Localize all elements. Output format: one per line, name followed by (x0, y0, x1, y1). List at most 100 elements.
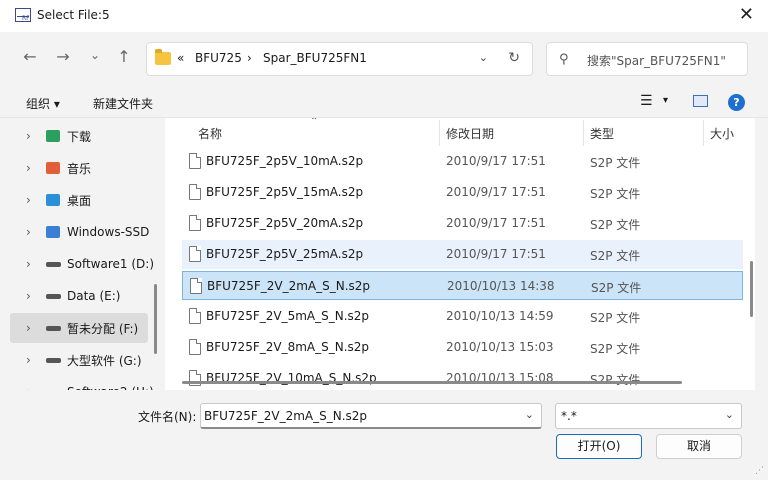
vertical-scrollbar[interactable] (750, 261, 753, 317)
column-header-type[interactable]: 类型 (590, 125, 614, 142)
sidebar-item[interactable]: ›Software2 (H:) (10, 377, 154, 390)
file-modified-date: 2010/9/17 17:51 (446, 216, 546, 230)
help-icon[interactable]: ? (728, 94, 745, 111)
chevron-right-icon[interactable]: › (26, 193, 31, 207)
recent-locations-icon[interactable]: ⌄ (85, 45, 105, 65)
open-button[interactable]: 打开(O) (556, 434, 642, 459)
sidebar-item-label: 暂未分配 (F:) (67, 321, 139, 336)
file-row[interactable]: BFU725F_2V_2mA_S_N.s2p 2010/10/13 14:38 S2… (182, 271, 743, 300)
sidebar-item-label: Software1 (D:) (67, 257, 154, 271)
file-row[interactable]: BFU725F_2p5V_25mA.s2p 2010/9/17 17:51 S2P … (182, 240, 743, 269)
column-header-name[interactable]: 名称 (198, 125, 222, 142)
sidebar-item[interactable]: › 下载 (10, 121, 148, 151)
sidebar-item[interactable]: › 音乐 (10, 153, 148, 183)
column-divider[interactable] (439, 120, 440, 146)
filename-value[interactable]: BFU725F_2V_2mA_S_N.s2p (204, 409, 367, 423)
navigation-bar: ← → ⌄ ↑ « BFU725 › Spar_BFU725FN1 ⌄ ↻ ⚲ … (0, 32, 768, 86)
folder-icon (155, 49, 171, 65)
file-row[interactable]: BFU725F_2V_10mA_S_N.s2p 2010/10/13 15:08 S… (182, 364, 743, 390)
sidebar-item[interactable]: › 暂未分配 (F:) (10, 313, 148, 343)
column-header-size[interactable]: 大小 (710, 125, 734, 142)
search-icon: ⚲ (559, 52, 569, 67)
file-modified-date: 2010/10/13 14:59 (446, 309, 554, 323)
column-header-date[interactable]: 修改日期 (446, 125, 494, 142)
search-placeholder[interactable]: 搜索"Spar_BFU725FN1" (587, 52, 726, 69)
file-name: BFU725F_2V_2mA_S_N.s2p (207, 279, 371, 293)
navigation-pane: › 下载 › 音乐 › 桌面 › Windows-SSD › Software1 (D:) › Dat… (0, 118, 160, 390)
file-icon (189, 339, 201, 355)
file-name: BFU725F_2p5V_20mA.s2p (206, 216, 364, 230)
sidebar-scrollbar[interactable] (154, 284, 157, 354)
address-bar[interactable]: « BFU725 › Spar_BFU725FN1 ⌄ ↻ (146, 42, 533, 76)
breadcrumb-overflow[interactable]: « (177, 51, 184, 65)
chevron-down-icon[interactable]: ⌄ (525, 408, 534, 421)
chevron-right-icon[interactable]: › (26, 161, 31, 175)
resize-grip-icon[interactable]: ⋰ (755, 467, 764, 476)
window-title: Select File:5 (37, 8, 110, 22)
breadcrumb-item-spar[interactable]: Spar_BFU725FN1 (263, 51, 367, 65)
file-row[interactable]: BFU725F_2p5V_10mA.s2p 2010/9/17 17:51 S2P … (182, 147, 743, 176)
file-row[interactable]: BFU725F_2V_5mA_S_N.s2p 2010/10/13 14:59 S2… (182, 302, 743, 331)
search-box[interactable]: ⚲ 搜索"Spar_BFU725FN1" (546, 42, 748, 76)
horizontal-scrollbar[interactable] (182, 381, 682, 384)
file-icon (189, 308, 201, 324)
sidebar-item[interactable]: › Data (E:) (10, 281, 148, 311)
file-type: S2P 文件 (590, 218, 641, 232)
file-row[interactable]: BFU725F_2p5V_20mA.s2p 2010/9/17 17:51 S2P … (182, 209, 743, 238)
cancel-button[interactable]: 取消 (656, 434, 742, 459)
drive-icon (46, 293, 61, 299)
file-type-value[interactable]: *.* (561, 409, 577, 423)
preview-pane-icon[interactable] (693, 95, 708, 107)
column-divider[interactable] (583, 120, 584, 146)
sort-ascending-icon: ⌃ (310, 118, 319, 127)
file-row[interactable]: BFU725F_2p5V_15mA.s2p 2010/9/17 17:51 S2P … (182, 178, 743, 207)
sidebar-item[interactable]: › 大型软件 (G:) (10, 345, 148, 375)
dialog-footer: 文件名(N): BFU725F_2V_2mA_S_N.s2p ⌄ *.* ⌄ 打… (0, 390, 768, 480)
file-modified-date: 2010/9/17 17:51 (446, 185, 546, 199)
view-dropdown-icon[interactable]: ▾ (663, 95, 668, 106)
file-modified-date: 2010/9/17 17:51 (446, 154, 546, 168)
close-icon[interactable]: ✕ (739, 4, 754, 26)
file-type-select[interactable]: *.* ⌄ (555, 403, 742, 429)
refresh-icon[interactable]: ↻ (508, 50, 520, 66)
filename-input[interactable]: BFU725F_2V_2mA_S_N.s2p ⌄ (200, 403, 542, 429)
app-icon: RF (15, 8, 31, 22)
sidebar-item[interactable]: › Software1 (D:) (10, 249, 154, 279)
desktop-icon (46, 194, 60, 206)
forward-arrow-icon[interactable]: → (53, 47, 73, 67)
drive-icon (46, 325, 61, 331)
chevron-right-icon[interactable]: › (26, 225, 31, 239)
file-modified-date: 2010/10/13 14:38 (447, 279, 555, 293)
file-icon (189, 184, 201, 200)
title-bar: RF Select File:5 ✕ (0, 0, 768, 32)
breadcrumb-separator[interactable]: › (247, 51, 252, 65)
up-arrow-icon[interactable]: ↑ (114, 47, 134, 67)
drive-icon (46, 357, 61, 363)
organize-button[interactable]: 组织 ▾ (26, 95, 60, 112)
sidebar-item-label: 下载 (67, 129, 92, 144)
file-type: S2P 文件 (590, 342, 641, 356)
address-dropdown-icon[interactable]: ⌄ (479, 51, 488, 64)
file-name: BFU725F_2p5V_25mA.s2p (206, 247, 364, 261)
file-row[interactable]: BFU725F_2V_8mA_S_N.s2p 2010/10/13 15:03 S2… (182, 333, 743, 362)
file-name: BFU725F_2p5V_10mA.s2p (206, 154, 364, 168)
file-name: BFU725F_2p5V_15mA.s2p (206, 185, 364, 199)
chevron-right-icon[interactable]: › (26, 321, 31, 335)
chevron-right-icon[interactable]: › (26, 257, 31, 271)
chevron-right-icon[interactable]: › (26, 289, 31, 303)
sidebar-item-label: 大型软件 (G:) (67, 353, 142, 368)
sidebar-item-label: Data (E:) (67, 289, 121, 303)
back-arrow-icon[interactable]: ← (20, 47, 40, 67)
chevron-down-icon[interactable]: ⌄ (725, 408, 734, 421)
download-icon (46, 130, 60, 142)
view-options-icon[interactable]: ☰ (640, 93, 653, 109)
column-divider[interactable] (703, 120, 704, 146)
chevron-right-icon[interactable]: › (26, 353, 31, 367)
breadcrumb-item-bfu725[interactable]: BFU725 (195, 51, 242, 65)
sidebar-item[interactable]: › 桌面 (10, 185, 148, 215)
new-folder-button[interactable]: 新建文件夹 (93, 95, 153, 112)
drive-icon (46, 261, 61, 267)
file-icon (190, 278, 202, 294)
sidebar-item[interactable]: › Windows-SSD (10, 217, 149, 247)
chevron-right-icon[interactable]: › (26, 129, 31, 143)
